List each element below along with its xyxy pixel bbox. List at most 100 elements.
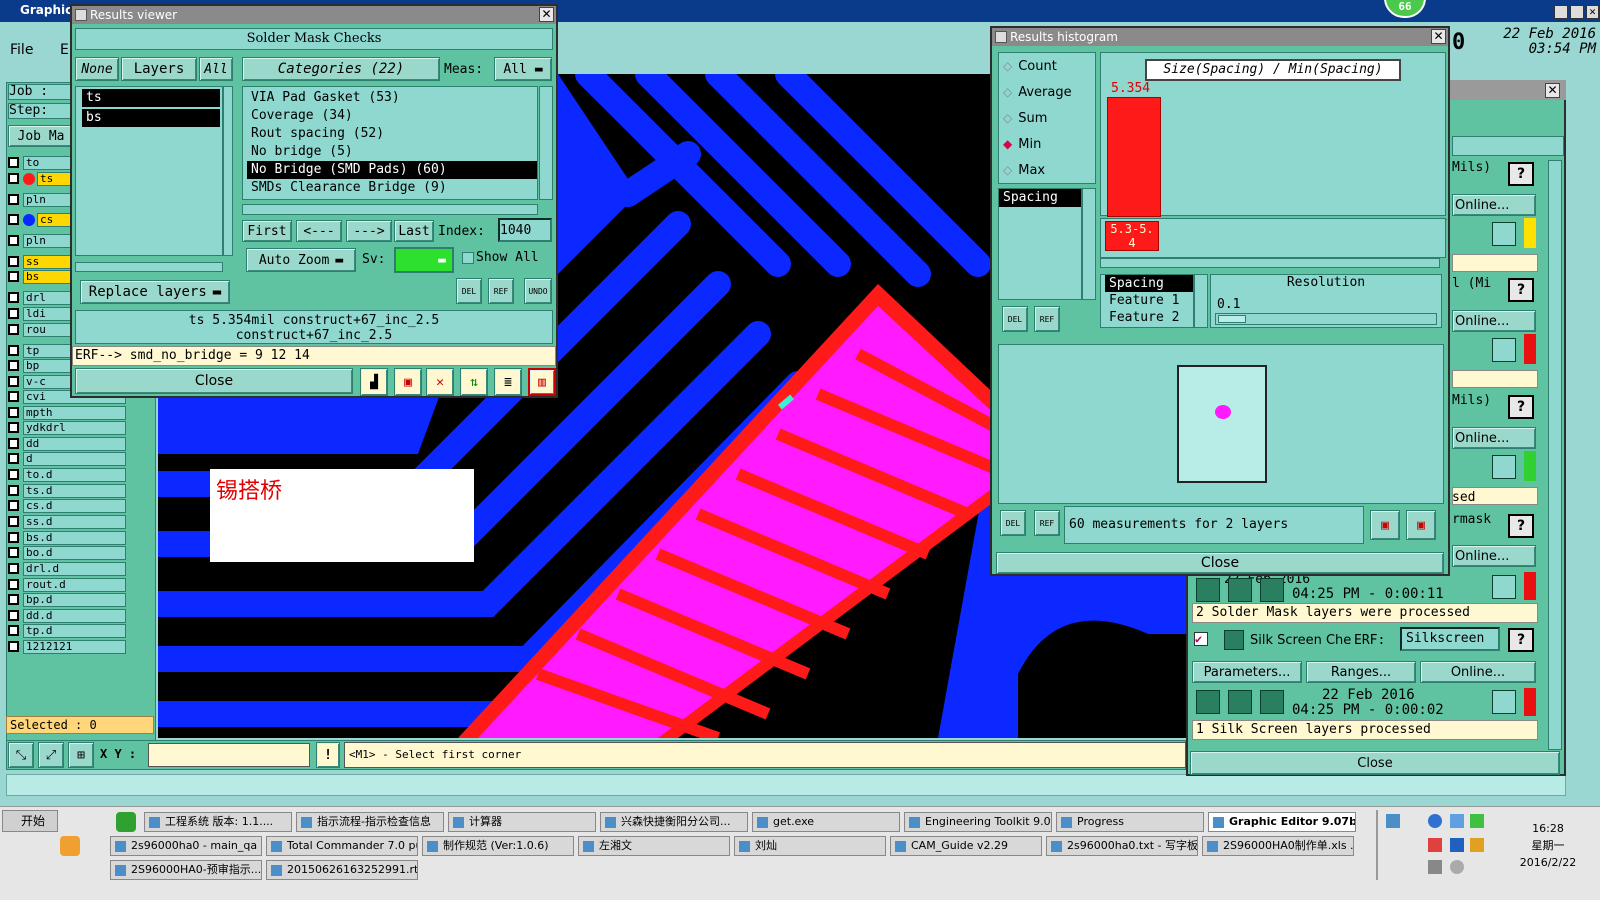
- radio-icon[interactable]: ◇: [1003, 111, 1012, 125]
- update-icon[interactable]: [1450, 838, 1464, 852]
- check-online-button[interactable]: Online...: [1452, 310, 1536, 332]
- volume-icon[interactable]: [1450, 860, 1464, 874]
- check-help-button[interactable]: ?: [1508, 514, 1534, 538]
- taskbar-item[interactable]: 工程系统 版本: 1.1....: [144, 812, 292, 832]
- layer-checkbox[interactable]: [8, 594, 19, 605]
- layer-checkbox[interactable]: [8, 438, 19, 449]
- zoom-area-icon[interactable]: ⤢: [38, 742, 64, 768]
- category-item[interactable]: No bridge (5): [247, 143, 537, 161]
- check-zoom-icon[interactable]: [1492, 455, 1516, 479]
- bluetooth-icon[interactable]: [1428, 814, 1442, 828]
- radio-icon[interactable]: ◆: [1003, 137, 1012, 151]
- layer-row[interactable]: mpth: [8, 405, 126, 420]
- file-menu[interactable]: File: [10, 42, 33, 58]
- layer-results-list[interactable]: ts bs: [75, 86, 223, 256]
- layer-row[interactable]: ts.d: [8, 483, 126, 498]
- layer-row[interactable]: ss.d: [8, 514, 126, 529]
- histogram-bar[interactable]: [1107, 97, 1161, 217]
- layer-checkbox[interactable]: [8, 407, 19, 418]
- check-help-button[interactable]: ?: [1508, 278, 1534, 302]
- xy-input[interactable]: [148, 743, 310, 767]
- info-icon[interactable]: !: [316, 742, 340, 768]
- layer-checkbox[interactable]: [8, 345, 19, 356]
- layer-row[interactable]: d: [8, 451, 126, 466]
- histogram-hscrollbar[interactable]: [1100, 258, 1440, 268]
- feature-item[interactable]: Feature 2: [1105, 309, 1193, 326]
- minimize-icon[interactable]: [1554, 5, 1568, 19]
- silk-run-all-icon[interactable]: [1228, 690, 1252, 714]
- layer-checkbox[interactable]: [8, 516, 19, 527]
- layer-checkbox[interactable]: [8, 641, 19, 652]
- app-launcher-icon[interactable]: [60, 836, 80, 856]
- histogram-icon[interactable]: ▥: [528, 368, 556, 396]
- layer-checkbox[interactable]: [8, 157, 19, 168]
- results-close-button[interactable]: Close: [75, 368, 353, 394]
- run-icon[interactable]: [1196, 578, 1220, 602]
- stop-icon[interactable]: [1260, 578, 1284, 602]
- layer-row[interactable]: bo.d: [8, 545, 126, 560]
- layer-row[interactable]: to.d: [8, 467, 126, 482]
- category-list[interactable]: VIA Pad Gasket (53) Coverage (34) Rout spa…: [242, 86, 538, 200]
- layer-checkbox[interactable]: [8, 324, 19, 335]
- del-button[interactable]: DEL: [456, 278, 482, 304]
- taskbar-item[interactable]: 兴森快捷衡阳分公司...: [600, 812, 748, 832]
- layer-checkbox[interactable]: [8, 256, 19, 267]
- layer-checkbox[interactable]: [8, 610, 19, 621]
- measure-icon[interactable]: ▟: [360, 368, 388, 396]
- check-online-button[interactable]: Online...: [1452, 427, 1536, 449]
- silk-run-icon[interactable]: [1196, 690, 1220, 714]
- last-button[interactable]: Last: [394, 220, 434, 242]
- feature-scrollbar[interactable]: [1194, 274, 1208, 328]
- category-item[interactable]: VIA Pad Gasket (53): [247, 89, 537, 107]
- layer-checkbox[interactable]: [8, 235, 19, 246]
- layer-checkbox[interactable]: [8, 469, 19, 480]
- check-online-button[interactable]: Online...: [1452, 545, 1536, 567]
- silk-stop-icon[interactable]: [1260, 690, 1284, 714]
- hist-ref-button[interactable]: REF: [1034, 306, 1060, 332]
- grid-icon[interactable]: ⊞: [68, 742, 94, 768]
- layer-checkbox[interactable]: [8, 579, 19, 590]
- export-icon[interactable]: ▣: [1370, 510, 1400, 540]
- layer-checkbox[interactable]: [8, 422, 19, 433]
- silk-erf-field[interactable]: Silkscreen: [1400, 627, 1500, 651]
- layer-checkbox[interactable]: [8, 625, 19, 636]
- histogram-close-icon[interactable]: ✕: [1431, 29, 1446, 44]
- layer-row[interactable]: dd.d: [8, 608, 126, 623]
- feature-item[interactable]: Feature 1: [1105, 292, 1193, 309]
- layer-checkbox[interactable]: [8, 500, 19, 511]
- layer-checkbox[interactable]: [8, 563, 19, 574]
- silk-check-checkbox[interactable]: ✔: [1194, 632, 1208, 646]
- clear-icon[interactable]: ✕: [426, 368, 454, 396]
- next-button[interactable]: --->: [346, 220, 392, 242]
- taskbar-item[interactable]: 2s96000ha0.txt - 写字板: [1046, 836, 1198, 856]
- category-item[interactable]: Rout spacing (52): [247, 125, 537, 143]
- show-all-checkbox[interactable]: [462, 252, 474, 264]
- print-icon[interactable]: ▣: [1406, 510, 1436, 540]
- category-hscrollbar[interactable]: [242, 204, 538, 215]
- feature-list[interactable]: Spacing Feature 1 Feature 2: [1100, 274, 1194, 328]
- hist-del-button[interactable]: DEL: [1002, 306, 1028, 332]
- layer-row[interactable]: bp.d: [8, 592, 126, 607]
- maximize-icon[interactable]: [1570, 5, 1584, 19]
- layer-row[interactable]: bs.d: [8, 530, 126, 545]
- category-item[interactable]: Coverage (34): [247, 107, 537, 125]
- attribute-item-spacing[interactable]: Spacing: [999, 189, 1081, 207]
- category-item[interactable]: SMDs Clearance Bridge (9): [247, 179, 537, 197]
- preview-del-button[interactable]: DEL: [1000, 510, 1026, 536]
- radio-icon[interactable]: ◇: [1003, 85, 1012, 99]
- stat-option[interactable]: ◇ Sum: [999, 105, 1095, 131]
- taskbar-item[interactable]: 刘灿: [734, 836, 886, 856]
- close-icon[interactable]: ✕: [1586, 5, 1599, 19]
- tray-icon[interactable]: [1386, 814, 1400, 828]
- results-viewer-close-icon[interactable]: ✕: [539, 7, 554, 22]
- layer-list-scrollbar[interactable]: [223, 86, 233, 256]
- silk-help-button[interactable]: ?: [1508, 628, 1534, 652]
- all-button[interactable]: All: [199, 57, 233, 81]
- start-button[interactable]: 开始: [2, 810, 58, 832]
- quick-launch-icon[interactable]: [116, 812, 136, 832]
- layer-checkbox[interactable]: [8, 292, 19, 303]
- checklist-close-button[interactable]: Close: [1190, 751, 1560, 775]
- taskbar-item[interactable]: 2s96000ha0 - main_qa: [110, 836, 262, 856]
- layer-row[interactable]: dd: [8, 436, 126, 451]
- alert-icon[interactable]: [1428, 838, 1442, 852]
